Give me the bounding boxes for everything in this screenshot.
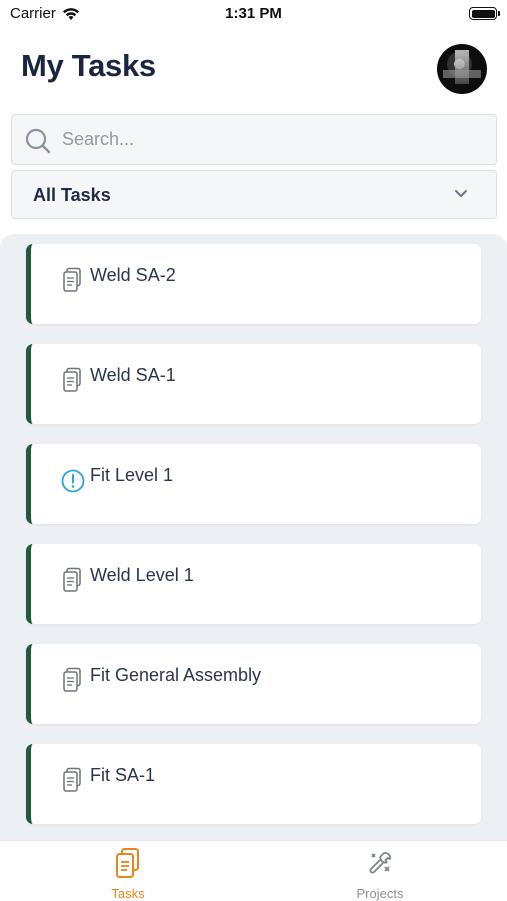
task-filter-dropdown[interactable]: All Tasks	[11, 170, 497, 219]
search-input[interactable]	[62, 115, 482, 164]
header: My Tasks	[0, 28, 507, 108]
task-card[interactable]: Fit SA-1	[26, 744, 481, 824]
clock: 1:31 PM	[225, 5, 282, 22]
task-title: Weld SA-2	[90, 265, 176, 285]
task-title: Fit SA-1	[90, 765, 156, 785]
task-card[interactable]: Fit General Assembly	[26, 644, 481, 724]
task-card[interactable]: Weld SA-2	[26, 244, 481, 324]
document-icon	[63, 267, 81, 292]
document-icon	[63, 567, 81, 592]
wrench-icon	[369, 852, 391, 874]
battery-icon	[469, 7, 500, 20]
document-icon	[63, 767, 81, 792]
task-title: Fit Level 1	[90, 465, 174, 485]
search-icon	[25, 128, 51, 154]
page-title: My Tasks	[21, 48, 156, 83]
task-title: Fit General Assembly	[90, 665, 262, 685]
alert-circle-icon	[61, 469, 85, 493]
document-icon	[63, 667, 81, 692]
task-title: Weld SA-1	[90, 365, 176, 385]
task-title: Weld Level 1	[90, 565, 194, 585]
task-card[interactable]: Fit Level 1	[26, 444, 481, 524]
tab-projects[interactable]: Projects	[300, 841, 460, 901]
task-card[interactable]: Weld SA-1	[26, 344, 481, 424]
avatar[interactable]	[437, 44, 487, 94]
filter-selected-value: All Tasks	[33, 185, 111, 205]
tab-tasks-label: Tasks	[111, 886, 145, 901]
tab-bar: Tasks Projects	[0, 840, 507, 901]
task-list[interactable]: Weld SA-2 Weld SA-1 Fit Level 1 Weld Lev…	[0, 234, 507, 840]
status-bar: Carrier 1:31 PM	[0, 0, 507, 28]
tasks-icon	[116, 848, 139, 878]
document-icon	[63, 367, 81, 392]
tab-tasks[interactable]: Tasks	[48, 841, 208, 901]
tab-projects-label: Projects	[356, 886, 404, 901]
task-card[interactable]: Weld Level 1	[26, 544, 481, 624]
chevron-down-icon	[455, 190, 467, 197]
search-bar[interactable]	[11, 114, 497, 165]
